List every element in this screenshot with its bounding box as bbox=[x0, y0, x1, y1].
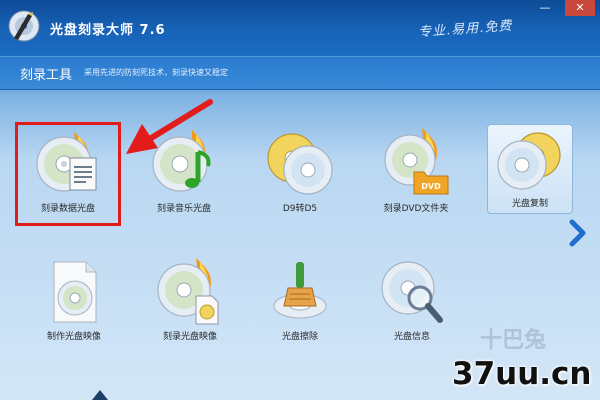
close-button[interactable]: ✕ bbox=[565, 0, 595, 16]
watermark-faint-text: 十巴兔 bbox=[480, 328, 547, 353]
app-title: 光盘刻录大师 7.6 bbox=[50, 23, 166, 38]
app-window: 光盘刻录大师 7.6 专业.易用.免费 — ✕ 刻录工具 采用先进的防刻死技术，… bbox=[0, 0, 600, 400]
disc-image-burn-icon bbox=[157, 258, 219, 325]
minimize-button[interactable]: — bbox=[535, 0, 555, 16]
section-title: 刻录工具 bbox=[20, 68, 73, 83]
tool-label: 光盘信息 bbox=[393, 332, 430, 342]
disc-copy-icon bbox=[497, 132, 561, 190]
tool-label: D9转D5 bbox=[282, 204, 318, 214]
dvd-folder-burn-icon: DVD bbox=[384, 128, 449, 195]
tool-erase-disc[interactable]: 光盘擦除 bbox=[250, 258, 350, 358]
tool-label: 光盘擦除 bbox=[281, 332, 318, 342]
tool-create-disc-image[interactable]: 制作光盘映像 bbox=[24, 258, 124, 358]
watermark-site: 37uu.cn bbox=[452, 356, 592, 392]
next-page-arrow-icon[interactable] bbox=[567, 218, 589, 248]
app-slogan: 专业.易用.免费 bbox=[417, 18, 513, 41]
title-bar[interactable]: 光盘刻录大师 7.6 专业.易用.免费 — ✕ bbox=[0, 0, 600, 56]
highlight-box bbox=[15, 122, 121, 226]
tool-burn-dvd-folder[interactable]: DVD 刻录DVD文件夹 bbox=[366, 126, 466, 226]
disc-info-icon bbox=[381, 261, 443, 323]
tool-burn-disc-image[interactable]: 刻录光盘映像 bbox=[140, 258, 240, 358]
disc-image-create-icon bbox=[53, 261, 97, 323]
tool-label: 刻录光盘映像 bbox=[162, 332, 217, 342]
section-header: 刻录工具 采用先进的防刻死技术，刻录快速又稳定 bbox=[0, 56, 600, 90]
section-description: 采用先进的防刻死技术，刻录快速又稳定 bbox=[84, 68, 228, 77]
tool-d9-to-d5[interactable]: D9转D5 bbox=[250, 126, 350, 226]
tool-label: 光盘复制 bbox=[511, 199, 548, 209]
tool-label: 制作光盘映像 bbox=[46, 332, 101, 342]
dvd-badge: DVD bbox=[421, 182, 441, 191]
bottom-caret-icon bbox=[92, 390, 108, 400]
disc-erase-icon bbox=[273, 262, 327, 319]
tool-disc-info[interactable]: 光盘信息 bbox=[362, 258, 462, 358]
app-logo-icon bbox=[8, 10, 40, 42]
red-arrow-icon bbox=[126, 99, 213, 154]
d9-to-d5-icon bbox=[267, 133, 333, 195]
tool-label: 刻录音乐光盘 bbox=[156, 204, 211, 214]
tool-label: 刻录DVD文件夹 bbox=[383, 204, 449, 214]
tool-disc-copy[interactable]: 光盘复制 bbox=[487, 124, 573, 214]
